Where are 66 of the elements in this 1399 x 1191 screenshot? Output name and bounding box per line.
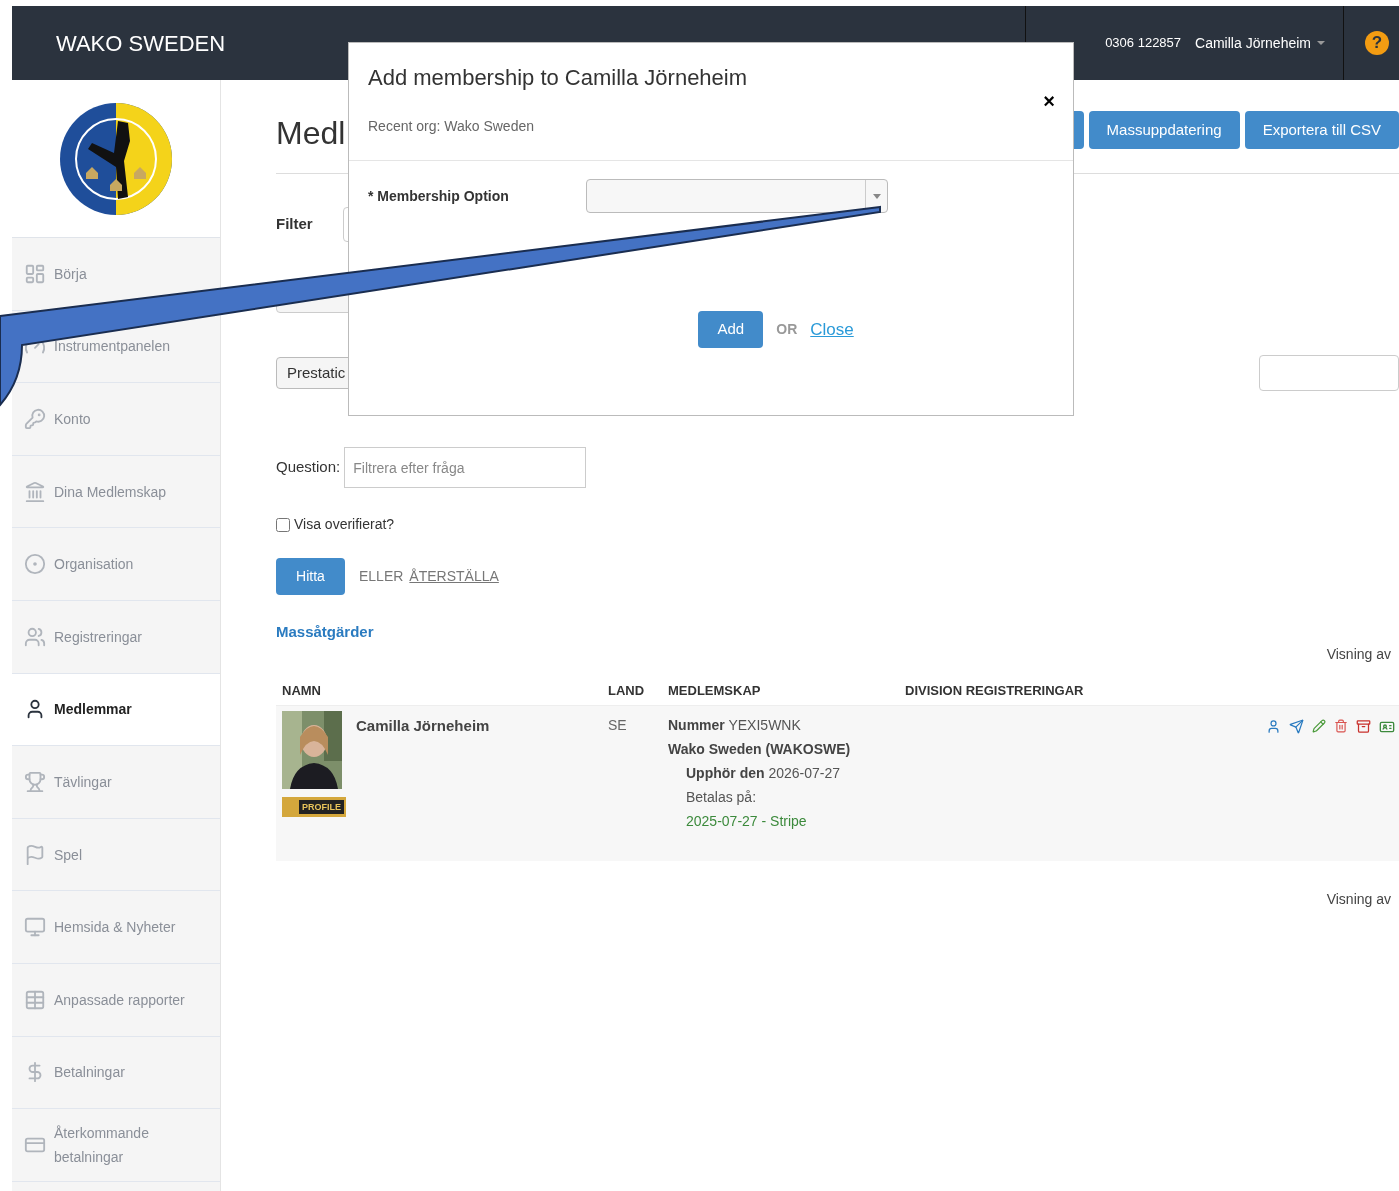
reset-link[interactable]: ÅTERSTÄLLA	[409, 566, 499, 587]
expiry-date: Upphör den 2026-07-27	[685, 763, 842, 783]
field-label: * Membership Option	[368, 186, 510, 206]
add-button[interactable]: Add	[698, 311, 764, 348]
question-field[interactable]: Filtrera efter fråga	[344, 447, 587, 488]
bank-icon	[24, 480, 46, 503]
membership-org: Wako Sweden (WAKOSWE)	[668, 739, 852, 759]
close-button[interactable]: ×	[1043, 91, 1055, 111]
or-text: OR	[776, 320, 798, 339]
help-icon[interactable]: ?	[1365, 31, 1389, 55]
trophy-icon	[24, 770, 46, 793]
country-cell-text: SE	[608, 715, 628, 735]
sidebar-item[interactable]: Betalningar	[12, 1036, 220, 1110]
checkbox-label: Visa overifierat?	[294, 515, 395, 534]
question-label: Question:	[276, 457, 341, 478]
delete-icon[interactable]	[1334, 718, 1348, 733]
user-menu[interactable]: Camilla Jörneheim	[1195, 32, 1325, 54]
paid-label: Betalas på:	[685, 787, 758, 807]
results-count: Visning av	[1326, 644, 1391, 664]
caret-icon	[1317, 41, 1325, 45]
action-button[interactable]: Massuppdatering	[1088, 111, 1240, 149]
image-caption: 0306 122857	[1105, 34, 1182, 53]
table-icon	[24, 988, 46, 1011]
sidebar-item[interactable]: Medlemmar	[12, 673, 220, 747]
page-title: Medl	[276, 114, 346, 153]
caret-icon	[872, 193, 881, 199]
column-header: NAMN	[281, 681, 322, 700]
unverified-checkbox[interactable]	[276, 517, 290, 532]
circle-icon	[24, 553, 46, 576]
archive-icon[interactable]	[1356, 718, 1371, 734]
dialog-title: Add membership to Camilla Jörneheim	[368, 64, 749, 92]
monitor-icon	[24, 916, 46, 939]
results-count: Visning av	[1326, 889, 1391, 909]
column-header: LAND	[608, 681, 646, 700]
sidebar-item[interactable]: Hemsida & Nyheter	[12, 891, 220, 964]
dashboard-icon	[24, 262, 46, 285]
text-field[interactable]	[1259, 355, 1399, 391]
column-header: MEDLEMSKAP	[668, 681, 762, 700]
find-button[interactable]: Hitta	[276, 558, 345, 595]
bulk-actions-link[interactable]: Massåtgärder	[276, 621, 1399, 644]
profile-badge: PROFILE	[282, 796, 346, 817]
payment-info: 2025-07-27 - Stripe	[685, 811, 808, 831]
flag-icon	[24, 843, 46, 866]
sidebar-item[interactable]: Konto	[12, 383, 220, 456]
action-button[interactable]: Exportera till CSV	[1244, 111, 1399, 149]
recent-org: Recent org: Wako Sweden	[368, 117, 535, 136]
close-link[interactable]: Close	[810, 316, 854, 343]
sidebar-item[interactable]: Tävlingar	[12, 746, 220, 819]
filter-label: Filter	[276, 214, 314, 235]
key-icon	[24, 408, 46, 430]
sidebar-item[interactable]: Dina Medlemskap	[12, 455, 220, 529]
membership-number: Nummer YEXI5WNK	[668, 715, 802, 735]
or-text: ELLER	[359, 567, 404, 586]
membership-select[interactable]	[586, 179, 888, 213]
sidebar-item[interactable]: Registreringar	[12, 600, 220, 674]
send-icon[interactable]	[1289, 718, 1304, 734]
sidebar-item[interactable]: Anpassade rapporter	[12, 963, 220, 1037]
column-header: DIVISION REGISTRERINGAR	[905, 681, 1085, 700]
sidebar-item[interactable]: Spel	[12, 818, 220, 892]
sidebar-item[interactable]: Återkommande betalningar	[12, 1109, 220, 1182]
edit-icon[interactable]	[1312, 718, 1326, 733]
brand-title: WAKO SWEDEN	[56, 29, 226, 58]
users-icon	[24, 625, 46, 648]
member-name: Camilla Jörneheim	[356, 715, 491, 736]
sidebar-item[interactable]: Organisation	[12, 528, 220, 601]
user-icon[interactable]	[1266, 718, 1281, 734]
